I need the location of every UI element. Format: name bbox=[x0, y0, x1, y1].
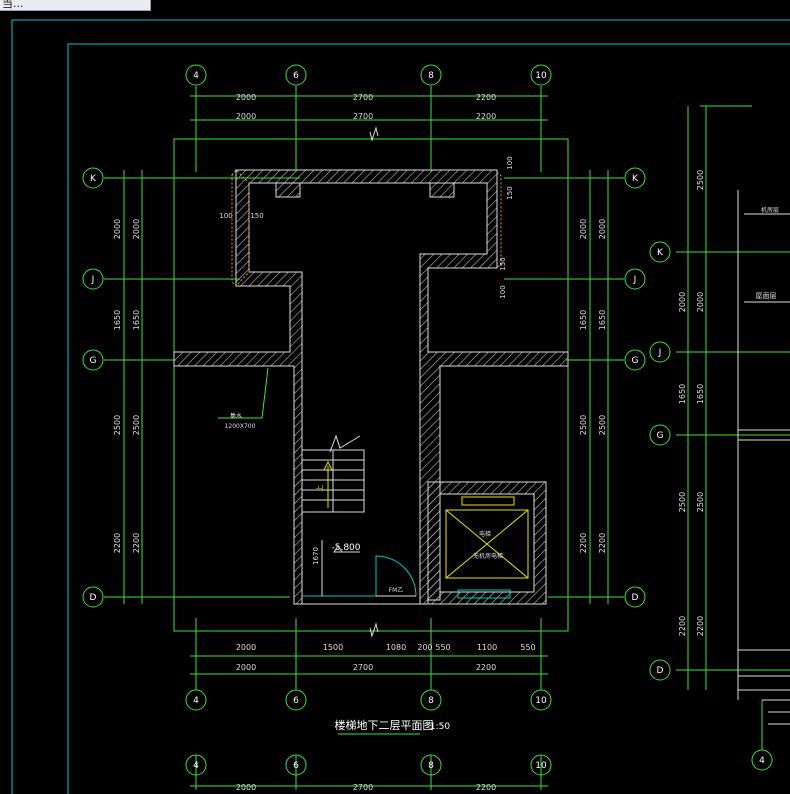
wall-dim-left-100: 100 bbox=[219, 212, 232, 220]
right-dim-outer-1: 1650 bbox=[579, 310, 588, 330]
right-dim-inner-1: 1650 bbox=[598, 310, 607, 330]
right-dim-b-1: 1650 bbox=[696, 384, 705, 404]
wall-pilaster-1 bbox=[275, 182, 301, 198]
bottom-dim-1-6: 550 bbox=[520, 643, 535, 652]
cad-drawing: 4 4 6 6 8 8 10 10 K K J J G G D D 2000 2700 2200 2000 2700 22… bbox=[11, 19, 790, 794]
axis-left-D-label: D bbox=[90, 593, 97, 603]
axis-right-K-label: K bbox=[632, 174, 639, 184]
bottom-axis-8-label: 8 bbox=[428, 761, 434, 771]
wall-dim-left-150: 150 bbox=[250, 212, 263, 220]
right-dim-b-0: 2000 bbox=[696, 292, 705, 312]
right-dim-outer-2: 2500 bbox=[579, 415, 588, 435]
left-dim-outer-0: 2000 bbox=[113, 219, 122, 239]
axis-bottom-8-label: 8 bbox=[428, 696, 434, 706]
level-dim-text: 1670 bbox=[312, 547, 320, 565]
level-text: -5.800 bbox=[331, 543, 360, 553]
window-title: 当... bbox=[2, 0, 24, 10]
elevator-shaft bbox=[439, 493, 535, 593]
axis-top-6-label: 6 bbox=[293, 71, 299, 81]
bottom-axis-4-label: 4 bbox=[193, 761, 199, 771]
left-dim-inner-0: 2000 bbox=[132, 219, 141, 239]
axis-bottom-6-label: 6 bbox=[293, 696, 299, 706]
axis-top-8-label: 8 bbox=[428, 71, 434, 81]
right-dim-a-3: 2200 bbox=[678, 616, 687, 636]
right-axis-col-4-label: 4 bbox=[759, 756, 765, 766]
left-dim-inner-1: 1650 bbox=[132, 310, 141, 330]
right-dim-a-2: 2500 bbox=[678, 492, 687, 512]
axis-bottom-10-label: 10 bbox=[535, 696, 547, 706]
bottom-axis-10-label: 10 bbox=[535, 761, 547, 771]
axis-bottom-4-label: 4 bbox=[193, 696, 199, 706]
wall-dim-right-150b: 150 bbox=[499, 257, 507, 270]
left-dim-outer-1: 1650 bbox=[113, 310, 122, 330]
pit-label: 集水 bbox=[230, 412, 242, 420]
window-titlebar: 当... bbox=[0, 0, 151, 11]
left-dim-inner-3: 2200 bbox=[132, 533, 141, 553]
right-axis-D-label: D bbox=[657, 666, 664, 676]
axis-left-K-label: K bbox=[90, 174, 97, 184]
left-dim-outer-2: 2500 bbox=[113, 415, 122, 435]
pit-size: 1200X700 bbox=[225, 423, 256, 430]
cad-drawing-canvas[interactable]: 4 4 6 6 8 8 10 10 K K J J G G D D 2000 2700 2200 2000 2700 22… bbox=[0, 11, 790, 794]
bottom-dim-1-3: 200 bbox=[417, 643, 432, 652]
axis-left-G-label: G bbox=[90, 356, 97, 366]
right-dim-a-1: 1650 bbox=[678, 384, 687, 404]
bottom-dim-1-4: 550 bbox=[435, 643, 450, 652]
bottom-dim-1-1: 1500 bbox=[323, 643, 343, 652]
right-axis-J-label: J bbox=[658, 348, 662, 358]
wall-dim-right-100: 100 bbox=[506, 156, 514, 169]
bottom-plan-dim-2: 2200 bbox=[476, 783, 496, 792]
plan-scale: 1:50 bbox=[430, 722, 450, 732]
bottom-plan-dim-1: 2700 bbox=[353, 783, 373, 792]
break-mark-top bbox=[369, 126, 379, 142]
right-dim-top: 2500 bbox=[696, 170, 705, 190]
break-mark-bottom bbox=[369, 622, 379, 638]
bottom-dim-1-5: 1100 bbox=[477, 643, 497, 652]
top-dim-2-2: 2200 bbox=[476, 112, 496, 121]
wall-dim-right-150: 150 bbox=[506, 186, 514, 199]
bottom-plan-dim-0: 2000 bbox=[236, 783, 256, 792]
left-dim-inner-2: 2500 bbox=[132, 415, 141, 435]
bottom-dim-2-1: 2700 bbox=[353, 663, 373, 672]
pit-leader bbox=[218, 367, 269, 419]
elevator-label-2: 无机房电梯 bbox=[473, 552, 503, 560]
bottom-dim-2-0: 2000 bbox=[236, 663, 256, 672]
axis-right-D-label: D bbox=[632, 593, 639, 603]
bottom-dim-1-2: 1080 bbox=[386, 643, 406, 652]
right-axis-K-label: K bbox=[657, 248, 664, 258]
top-dim-2-0: 2000 bbox=[236, 112, 256, 121]
axis-right-J-label: J bbox=[633, 275, 637, 285]
right-label-2: 屋面层 bbox=[756, 292, 777, 300]
wall-pilaster-2 bbox=[429, 182, 455, 198]
axis-left-J-label: J bbox=[91, 275, 95, 285]
bottom-dim-1-0: 2000 bbox=[236, 643, 256, 652]
wall-dim-right-100b: 100 bbox=[499, 285, 507, 298]
right-elevation bbox=[737, 190, 790, 725]
bottom-dim-2-2: 2200 bbox=[476, 663, 496, 672]
axis-right-G-label: G bbox=[632, 356, 639, 366]
bottom-axis-6-label: 6 bbox=[293, 761, 299, 771]
right-dim-a-0: 2000 bbox=[678, 292, 687, 312]
right-dim-b-3: 2200 bbox=[696, 616, 705, 636]
elevator-label-1: 电梯 bbox=[479, 530, 491, 538]
right-dim-b-2: 2500 bbox=[696, 492, 705, 512]
right-dim-outer-0: 2000 bbox=[579, 219, 588, 239]
top-dim-2-1: 2700 bbox=[353, 112, 373, 121]
top-dim-1-1: 2700 bbox=[353, 93, 373, 102]
top-dim-1-2: 2200 bbox=[476, 93, 496, 102]
axis-top-10-label: 10 bbox=[535, 71, 547, 81]
right-dim-inner-3: 2200 bbox=[598, 533, 607, 553]
axis-top-4-label: 4 bbox=[193, 71, 199, 81]
right-dim-inner-2: 2500 bbox=[598, 415, 607, 435]
right-axis-G-label: G bbox=[657, 431, 664, 441]
right-label-1: 机房层 bbox=[761, 206, 779, 214]
right-dim-outer-3: 2200 bbox=[579, 533, 588, 553]
right-dim-inner-0: 2000 bbox=[598, 219, 607, 239]
door-tag: FM乙 bbox=[389, 587, 404, 594]
stair-up-label: 上 bbox=[315, 485, 324, 492]
left-dim-outer-3: 2200 bbox=[113, 533, 122, 553]
top-dim-1-0: 2000 bbox=[236, 93, 256, 102]
waterproof-layer-right bbox=[496, 171, 502, 269]
plan-title: 楼梯地下二层平面图 bbox=[335, 718, 434, 732]
